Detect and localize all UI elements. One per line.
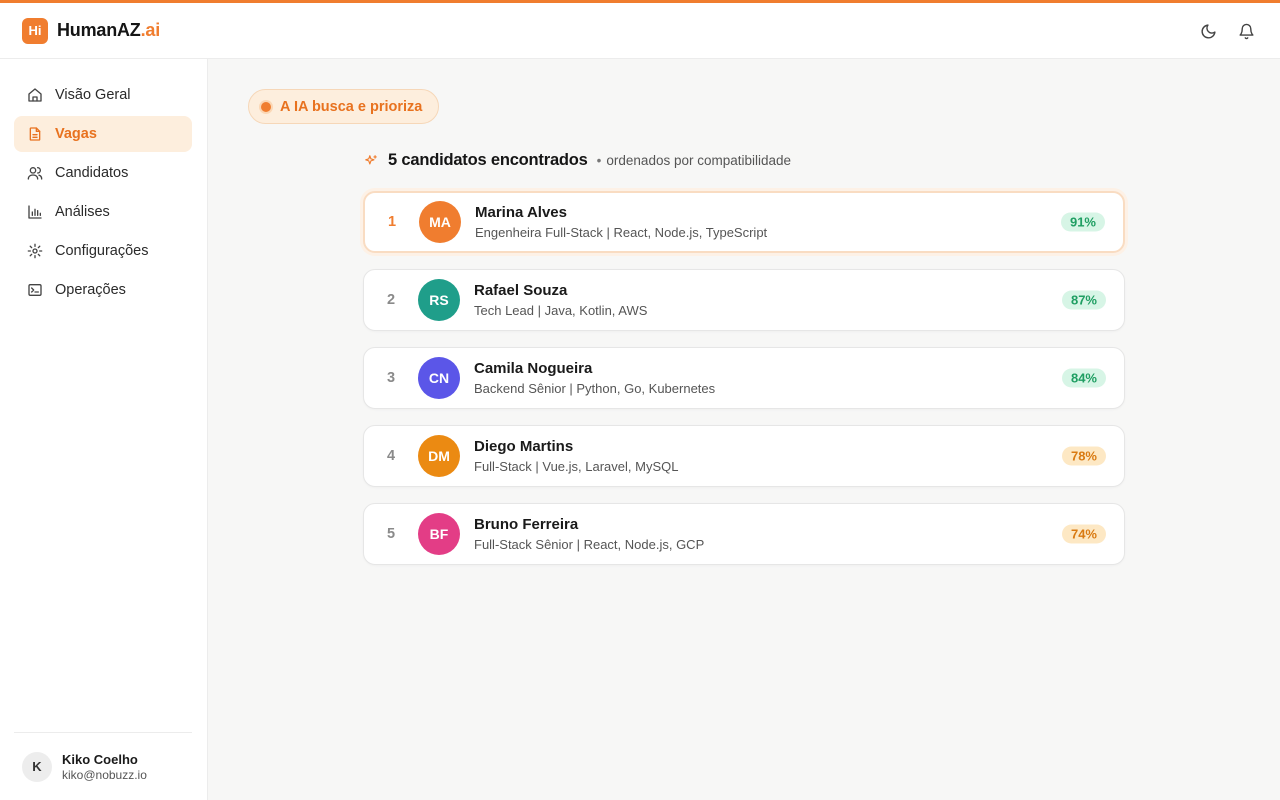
match-score-badge: 87% (1061, 290, 1106, 310)
user-email: kiko@nobuzz.io (62, 767, 147, 782)
candidate-name: Camila Nogueira (474, 360, 593, 377)
candidate-list: 1 MA Marina Alves Engenheira Full-Stack … (363, 191, 1125, 581)
gear-icon (26, 242, 44, 260)
sidebar-item-label: Análises (55, 204, 110, 220)
sidebar-item-visao-geral[interactable]: Visão Geral (14, 77, 192, 113)
avatar: K (22, 751, 52, 782)
candidate-info: Bruno Ferreira Full-Stack Sênior | React… (474, 516, 704, 552)
header-actions (1198, 3, 1256, 59)
candidate-avatar: MA (419, 201, 461, 243)
results-title: 5 candidatos encontrados (388, 151, 588, 169)
candidate-name: Marina Alves (475, 204, 567, 221)
user-info: Kiko Coelho kiko@nobuzz.io (62, 752, 147, 782)
candidate-card[interactable]: 4 DM Diego Martins Full-Stack | Vue.js, … (363, 425, 1125, 487)
sidebar-item-vagas[interactable]: Vagas (14, 116, 192, 152)
sidebar-item-analises[interactable]: Análises (14, 194, 192, 230)
bell-icon[interactable] (1236, 21, 1256, 41)
candidate-info: Diego Martins Full-Stack | Vue.js, Larav… (474, 438, 678, 474)
terminal-icon (26, 281, 44, 299)
document-icon (26, 125, 44, 143)
sidebar-item-candidatos[interactable]: Candidatos (14, 155, 192, 191)
ai-status-pill: A IA busca e prioriza (248, 89, 440, 124)
candidate-avatar: DM (418, 435, 460, 477)
sidebar: Visão Geral Vagas Candidatos Análises Co… (0, 59, 208, 800)
match-score-badge: 74% (1061, 524, 1106, 544)
main-content: A IA busca e prioriza 5 candidatos encon… (208, 59, 1280, 800)
app-header: Hi HumanAZ.ai (0, 3, 1280, 59)
sidebar-item-configuracoes[interactable]: Configurações (14, 233, 192, 269)
candidate-card[interactable]: 3 CN Camila Nogueira Backend Sênior | Py… (363, 347, 1125, 409)
candidate-avatar: RS (418, 279, 460, 321)
candidate-role: Backend Sênior | Python, Go, Kubernetes (474, 381, 716, 396)
sidebar-item-label: Operações (55, 282, 126, 298)
candidate-card[interactable]: 5 BF Bruno Ferreira Full-Stack Sênior | … (363, 503, 1125, 565)
results-subtitle: ordenados por compatibilidade (597, 153, 791, 168)
logo-icon[interactable]: Hi (22, 17, 48, 44)
sparkle-icon (363, 153, 379, 169)
candidate-info: Marina Alves Engenheira Full-Stack | Rea… (475, 204, 767, 240)
match-score-badge: 91% (1060, 212, 1105, 232)
sidebar-nav: Visão Geral Vagas Candidatos Análises Co… (0, 59, 207, 308)
brand-name[interactable]: HumanAZ.ai (57, 20, 160, 41)
candidate-avatar: BF (418, 513, 460, 555)
candidate-rank: 2 (386, 292, 396, 308)
candidate-role: Full-Stack Sênior | React, Node.js, GCP (474, 537, 705, 552)
candidate-name: Rafael Souza (474, 282, 568, 299)
sidebar-item-label: Configurações (55, 243, 149, 259)
candidate-info: Camila Nogueira Backend Sênior | Python,… (474, 360, 715, 396)
ai-status-label: A IA busca e prioriza (280, 98, 423, 115)
brand-name-suffix: .ai (140, 20, 161, 40)
candidate-avatar: CN (418, 357, 460, 399)
candidate-rank: 3 (386, 370, 396, 386)
candidate-rank: 5 (386, 526, 396, 542)
match-score-badge: 78% (1061, 446, 1106, 466)
match-score-badge: 84% (1061, 368, 1106, 388)
candidate-rank: 1 (387, 214, 397, 230)
home-icon (26, 86, 44, 104)
candidate-card[interactable]: 1 MA Marina Alves Engenheira Full-Stack … (363, 191, 1125, 253)
candidate-rank: 4 (386, 448, 396, 464)
candidate-role: Engenheira Full-Stack | React, Node.js, … (475, 225, 768, 240)
user-name: Kiko Coelho (62, 751, 138, 767)
sidebar-item-label: Vagas (55, 126, 97, 142)
candidate-name: Bruno Ferreira (474, 516, 579, 533)
user-profile[interactable]: K Kiko Coelho kiko@nobuzz.io (14, 732, 192, 800)
candidate-role: Tech Lead | Java, Kotlin, AWS (474, 303, 648, 318)
candidate-name: Diego Martins (474, 438, 574, 455)
users-icon (26, 164, 44, 182)
brand-name-main: HumanAZ (57, 20, 141, 40)
candidate-info: Rafael Souza Tech Lead | Java, Kotlin, A… (474, 282, 647, 318)
candidate-role: Full-Stack | Vue.js, Laravel, MySQL (474, 459, 679, 474)
candidate-card[interactable]: 2 RS Rafael Souza Tech Lead | Java, Kotl… (363, 269, 1125, 331)
moon-icon[interactable] (1198, 21, 1218, 41)
results-header: 5 candidatos encontrados ordenados por c… (363, 151, 791, 170)
status-dot-icon (261, 101, 271, 112)
sidebar-item-label: Visão Geral (55, 87, 131, 103)
sidebar-item-label: Candidatos (55, 165, 129, 181)
sidebar-item-operacoes[interactable]: Operações (14, 272, 192, 308)
bar-chart-icon (26, 203, 44, 221)
